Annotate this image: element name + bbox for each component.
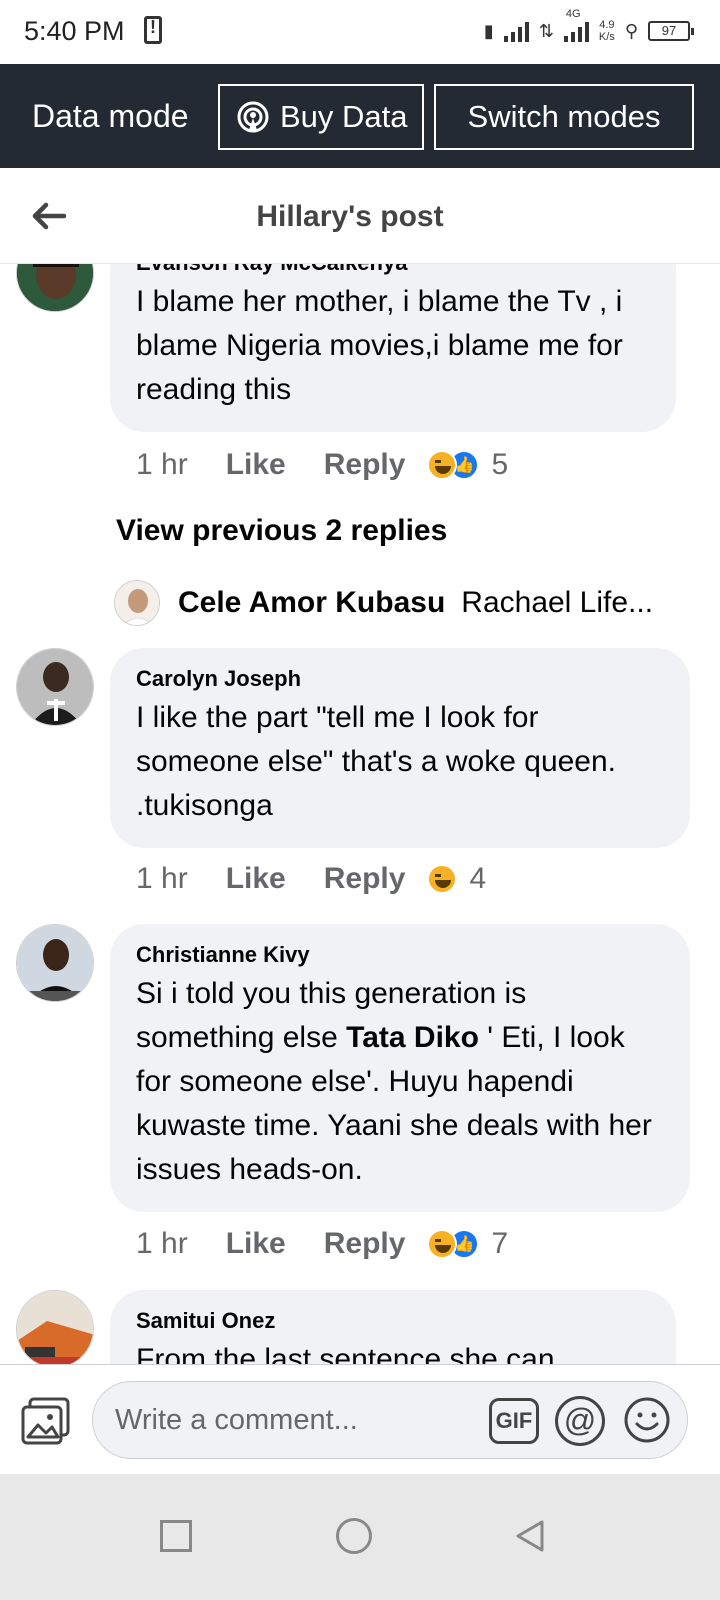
haha-icon	[427, 864, 458, 894]
data-mode-label: Data mode	[32, 98, 189, 134]
comments-list: Evanson Ray McCalkenya I blame her mothe…	[0, 264, 720, 1364]
signal-4g-icon: 4G	[563, 8, 589, 42]
mention-icon[interactable]: @	[555, 1396, 605, 1446]
mention-link[interactable]: Tata Diko	[346, 1021, 479, 1054]
back-icon[interactable]	[512, 1518, 548, 1554]
reply-preview-row[interactable]: Cele Amor Kubasu Rachael Life...	[114, 578, 653, 628]
comment-bubble[interactable]: Christianne Kivy Si i told you this gene…	[110, 924, 690, 1212]
reactions[interactable]: 4	[427, 862, 486, 896]
comment-actions: 1 hr Like Reply 👍 5	[136, 443, 508, 487]
emoji-icon[interactable]	[623, 1396, 671, 1444]
like-button[interactable]: Like	[226, 862, 286, 896]
comment-time[interactable]: 1 hr	[136, 1227, 188, 1261]
page-title: Hillary's post	[256, 200, 444, 233]
reply-author[interactable]: Cele Amor Kubasu	[178, 586, 445, 620]
network-type: 4G	[565, 8, 581, 20]
gif-icon[interactable]: GIF	[489, 1398, 539, 1444]
avatar[interactable]	[16, 648, 94, 726]
reply-button[interactable]: Reply	[324, 448, 406, 482]
flask-icon: ⚲	[624, 20, 638, 41]
comment-text: Si i told you this generation is somethi…	[136, 972, 664, 1192]
avatar[interactable]	[16, 264, 94, 312]
comment-bubble[interactable]: Evanson Ray McCalkenya I blame her mothe…	[110, 264, 676, 432]
avatar[interactable]	[16, 1290, 94, 1364]
reaction-count: 7	[491, 1227, 509, 1260]
comment-text: I like the part "tell me I look for some…	[136, 701, 617, 822]
comment-bubble[interactable]: Carolyn Joseph I like the part "tell me …	[110, 648, 690, 848]
data-mode-bar: Data mode Buy Data Switch modes	[0, 64, 720, 168]
reactions[interactable]: 👍 7	[427, 1227, 508, 1261]
comment-placeholder: Write a comment...	[115, 1404, 358, 1436]
vibrate-icon: ▮	[483, 20, 494, 41]
like-button[interactable]: Like	[226, 448, 286, 482]
reactions[interactable]: 👍 5	[427, 448, 508, 482]
comment-actions: 1 hr Like Reply 👍 7	[136, 1222, 508, 1266]
comment-actions: 1 hr Like Reply 4	[136, 857, 486, 901]
view-previous-replies[interactable]: View previous 2 replies	[116, 514, 447, 548]
system-nav-bar	[0, 1474, 720, 1600]
buy-data-label: Buy Data	[280, 99, 408, 134]
notification-icon	[144, 16, 162, 44]
broadcast-icon	[237, 101, 269, 133]
net-speed: 4.9 K/s	[599, 19, 615, 43]
data-transfer-icon: ⇅	[538, 20, 554, 41]
comment-author[interactable]: Samitui Onez	[136, 1308, 650, 1334]
home-icon[interactable]	[336, 1518, 372, 1554]
buy-data-button[interactable]: Buy Data	[218, 84, 424, 150]
comment-author[interactable]: Christianne Kivy	[136, 942, 664, 968]
comment-author[interactable]: Carolyn Joseph	[136, 666, 664, 692]
status-time: 5:40 PM	[24, 16, 125, 46]
battery-icon: 97	[648, 21, 694, 41]
reaction-count: 5	[491, 448, 509, 481]
switch-modes-label: Switch modes	[467, 99, 661, 134]
status-icons: ▮ ⇅ 4G 4.9 K/s ⚲ 97	[483, 8, 694, 48]
comment-composer: Write a comment... GIF @	[0, 1364, 720, 1474]
signal-bars	[563, 20, 589, 42]
comment-input[interactable]: Write a comment... GIF @	[92, 1381, 688, 1459]
comment-text: I blame her mother, i blame the Tv , i b…	[136, 285, 623, 406]
comment-author[interactable]: Evanson Ray McCalkenya	[136, 264, 650, 276]
like-button[interactable]: Like	[226, 1227, 286, 1261]
comment-time[interactable]: 1 hr	[136, 862, 188, 896]
reaction-count: 4	[469, 862, 487, 895]
reply-button[interactable]: Reply	[324, 1227, 406, 1261]
recent-apps-icon[interactable]	[160, 1520, 192, 1552]
avatar[interactable]	[16, 924, 94, 1002]
comment-bubble[interactable]: Samitui Onez From the last sentence she …	[110, 1290, 676, 1364]
gallery-icon[interactable]	[20, 1397, 72, 1445]
status-bar: 5:40 PM ▮ ⇅ 4G 4.9 K/s ⚲ 97	[0, 0, 720, 64]
switch-modes-button[interactable]: Switch modes	[434, 84, 694, 150]
net-speed-unit: K/s	[598, 31, 615, 43]
comment-time[interactable]: 1 hr	[136, 448, 188, 482]
reply-button[interactable]: Reply	[324, 862, 406, 896]
comment-text: From the last sentence she can	[136, 1343, 555, 1364]
reply-preview-text: Rachael Life...	[461, 586, 654, 619]
reply-avatar[interactable]	[114, 580, 160, 626]
signal-icon	[503, 20, 529, 42]
net-speed-value: 4.9	[599, 19, 615, 31]
page-header: Hillary's post	[0, 168, 720, 264]
